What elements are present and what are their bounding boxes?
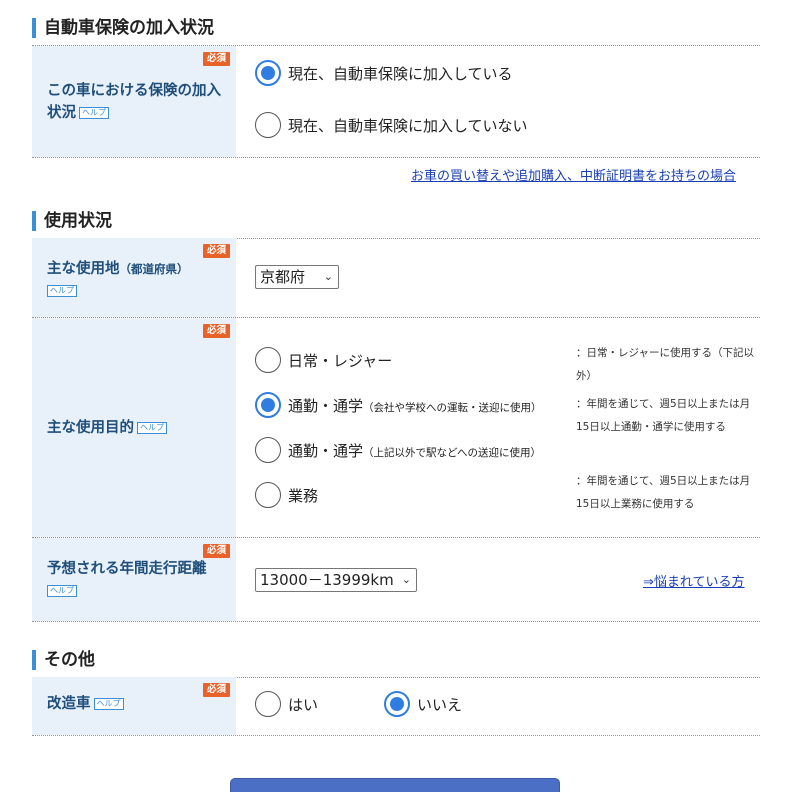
radio-circle[interactable] [255,437,281,463]
radio-insured-label: 現在、自動車保険に加入している [288,64,513,83]
distance-label: 予想される年間走行距離 ヘルプ [47,558,232,602]
form-row-purpose: 必須 主な使用目的 ヘルプ 日常・レジャー 通勤・通学（会社や学校への運転・送迎に… [32,318,760,538]
distance-label-text: 予想される年間走行距離 [47,561,207,577]
option-note: （上記以外で駅などへの送迎に使用） [363,446,541,459]
radio-circle[interactable] [255,112,281,138]
required-badge: 必須 [202,683,230,697]
purpose-label: 主な使用目的 ヘルプ [47,417,167,439]
form-row-distance: 必須 予想される年間走行距離 ヘルプ 13000－13999km ⌄ ⇒悩まれて… [32,538,760,622]
row-label: 必須 この車における保険の加入状況 ヘルプ [32,46,236,157]
modified-label: 改造車 ヘルプ [47,693,124,715]
required-badge: 必須 [202,544,230,558]
radio-purpose-commute-station-label: 通勤・通学（上記以外で駅などへの送迎に使用） [288,440,541,461]
purpose-label-text: 主な使用目的 [47,420,134,436]
radio-circle-checked[interactable] [255,60,281,86]
annual-distance-select[interactable]: 13000－13999km ⌄ [255,568,417,592]
row-label: 必須 主な使用目的 ヘルプ [32,318,236,537]
help-badge[interactable]: ヘルプ [137,422,167,434]
location-label: 主な使用地（都道府県） ヘルプ [47,258,232,302]
option-main-text: 通勤・通学 [288,441,364,460]
section-heading-other: その他 [32,650,760,678]
radio-modified-no-label: いいえ [417,695,463,714]
radio-purpose-leisure-label: 日常・レジャー [288,351,393,370]
chevron-down-icon: ⌄ [401,573,411,586]
radio-purpose-business-label: 業務 [288,486,319,505]
help-badge[interactable]: ヘルプ [47,285,77,297]
section-heading-usage: 使用状況 [32,211,760,239]
car-replacement-link[interactable]: お車の買い替えや追加購入、中断証明書をお持ちの場合 [411,165,736,184]
option-main-text: 通勤・通学 [288,396,364,415]
insurance-status-label-text: この車における保険の加入状況 [47,83,221,121]
radio-purpose-commute-station[interactable]: 通勤・通学（上記以外で駅などへの送迎に使用） [255,437,541,463]
row-label: 必須 主な使用地（都道府県） ヘルプ [32,238,236,317]
required-badge: 必須 [202,244,230,258]
distance-help-link[interactable]: ⇒悩まれている方 [643,571,745,590]
annual-distance-select-value: 13000－13999km [260,571,394,589]
radio-purpose-commute-driving-label: 通勤・通学（会社や学校への運転・送迎に使用） [288,395,542,416]
radio-modified-yes-label: はい [288,695,319,714]
radio-circle-checked[interactable] [384,691,410,717]
purpose-desc-leisure: ：日常・レジャーに使用する（下記以外） [576,347,754,382]
radio-modified-no[interactable]: いいえ [384,691,462,717]
radio-not-insured-label: 現在、自動車保険に加入していない [288,116,528,135]
prefecture-select[interactable]: 京都府 ⌄ [255,265,339,289]
insurance-status-label: この車における保険の加入状況 ヘルプ [47,80,227,124]
required-badge: 必須 [202,324,230,338]
purpose-desc-business: ：年間を通じて、週5日以上または月15日以上業務に使用する [576,475,751,510]
help-badge[interactable]: ヘルプ [79,107,109,119]
form-row-modified: 必須 改造車 ヘルプ はい いいえ [32,677,760,736]
form-row-insurance-status: 必須 この車における保険の加入状況 ヘルプ 現在、自動車保険に加入している 現在、… [32,46,760,158]
help-badge[interactable]: ヘルプ [47,585,77,597]
radio-circle[interactable] [255,691,281,717]
purpose-desc-commute: ：年間を通じて、週5日以上または月15日以上通勤・通学に使用する [576,398,751,433]
row-label: 必須 予想される年間走行距離 ヘルプ [32,538,236,621]
submit-button[interactable] [230,778,560,792]
modified-label-text: 改造車 [47,696,91,712]
form-row-location: 必須 主な使用地（都道府県） ヘルプ 京都府 ⌄ [32,238,760,318]
required-badge: 必須 [202,52,230,66]
location-sublabel: （都道府県） [119,262,189,276]
radio-insured[interactable]: 現在、自動車保険に加入している [255,60,513,86]
section-heading-insurance: 自動車保険の加入状況 [32,18,760,46]
radio-circle[interactable] [255,347,281,373]
radio-circle-checked[interactable] [255,392,281,418]
chevron-down-icon: ⌄ [323,270,333,283]
row-label: 必須 改造車 ヘルプ [32,677,236,735]
location-label-text: 主な使用地 [47,261,120,277]
radio-not-insured[interactable]: 現在、自動車保険に加入していない [255,112,528,138]
radio-purpose-commute-driving[interactable]: 通勤・通学（会社や学校への運転・送迎に使用） [255,392,542,418]
radio-modified-yes[interactable]: はい [255,691,318,717]
help-badge[interactable]: ヘルプ [93,698,124,710]
radio-circle[interactable] [255,482,281,508]
option-note: （会社や学校への運転・送迎に使用） [363,401,542,414]
radio-purpose-business[interactable]: 業務 [255,482,318,508]
radio-purpose-leisure[interactable]: 日常・レジャー [255,347,392,373]
prefecture-select-value: 京都府 [260,268,306,286]
